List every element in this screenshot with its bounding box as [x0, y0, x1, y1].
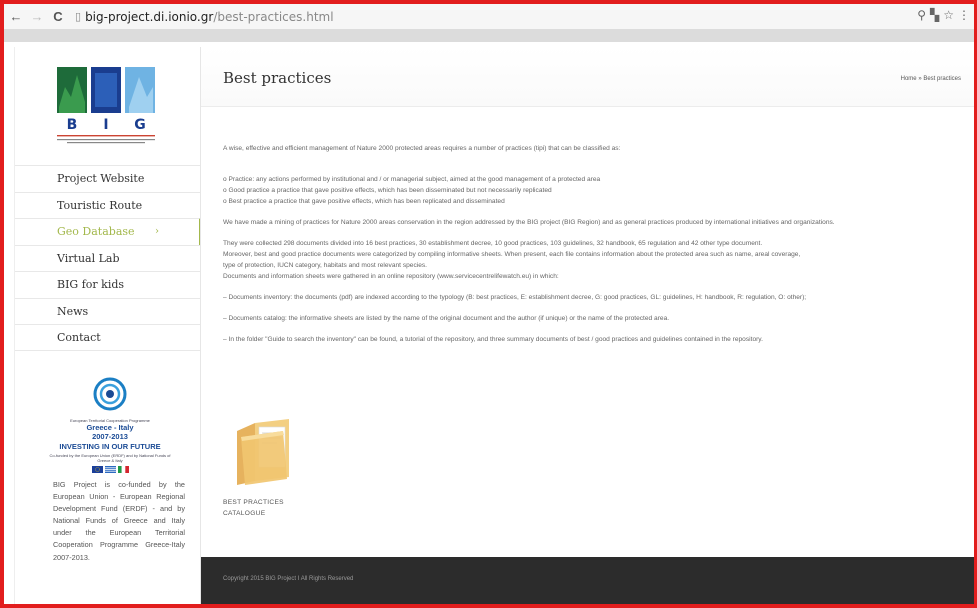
- italy-flag-icon: [117, 466, 129, 473]
- browser-toolbar: ← → C ▯ big-project.di.ionio.gr /best-pr…: [4, 4, 974, 30]
- menu-icon[interactable]: ⋮: [958, 8, 970, 22]
- menu-item-news[interactable]: News: [15, 297, 201, 325]
- star-icon[interactable]: ☆: [943, 8, 954, 22]
- sidebar: B I G Project Website Touristic Route Ge…: [14, 47, 201, 604]
- programme-years: 2007-2013: [92, 432, 128, 441]
- page-icon: ▯: [75, 10, 82, 23]
- menu-item-label: Touristic Route: [57, 198, 143, 212]
- browser-window: ← → C ▯ big-project.di.ionio.gr /best-pr…: [4, 4, 974, 604]
- bookmarks-bar: [4, 30, 974, 42]
- greece-flag-icon: [104, 466, 116, 473]
- programme-slogan: INVESTING IN OUR FUTURE: [59, 442, 161, 451]
- good-practice-definition: o Good practice a practice that gave pos…: [223, 187, 552, 194]
- menu-item-geo-database[interactable]: Geo Database ›: [15, 218, 201, 245]
- catalog-item: – Documents catalog: the informative she…: [223, 315, 670, 322]
- catalog-link-line1: BEST PRACTICES: [223, 499, 284, 506]
- menu-item-label: Virtual Lab: [57, 251, 120, 265]
- cofunding-text: BIG Project is co-funded by the European…: [53, 480, 185, 562]
- reload-button[interactable]: C: [49, 8, 67, 26]
- svg-text:I: I: [103, 117, 108, 133]
- guide-item: – In the folder "Guide to search the inv…: [223, 336, 763, 343]
- zoom-icon[interactable]: ⚲: [917, 8, 926, 22]
- title-bar: Best practices Home » Best practices: [201, 47, 974, 107]
- svg-text:G: G: [134, 117, 146, 133]
- flags: [45, 466, 175, 473]
- inventory-item: – Documents inventory: the documents (pd…: [223, 294, 807, 301]
- menu-item-label: BIG for kids: [57, 278, 125, 292]
- menu-item-touristic-route[interactable]: Touristic Route: [15, 191, 201, 219]
- breadcrumb[interactable]: Home » Best practices: [901, 76, 961, 82]
- menu-item-virtual-lab[interactable]: Virtual Lab: [15, 244, 201, 272]
- greece-italy-programme-logo[interactable]: European Territorial Cooperation Program…: [45, 377, 175, 473]
- best-practice-definition: o Best practice a practice that gave pos…: [223, 198, 505, 205]
- programme-swirl-icon: [93, 377, 127, 411]
- collection-paragraph-line3: type of protection, IUCN category, habit…: [223, 262, 428, 269]
- eu-flag-icon: [91, 466, 103, 473]
- menu-item-label: News: [57, 304, 89, 318]
- toolbar-icons: ⚲ ▚ ☆ ⋮: [917, 8, 970, 22]
- page-title: Best practices: [223, 69, 332, 87]
- article-body: A wise, effective and efficient manageme…: [223, 143, 951, 345]
- svg-text:B: B: [67, 117, 78, 133]
- main-menu: Project Website Touristic Route Geo Data…: [15, 165, 201, 351]
- menu-item-contact[interactable]: Contact: [15, 324, 201, 351]
- url-host: big-project.di.ionio.gr: [85, 9, 214, 24]
- menu-item-label: Geo Database: [57, 225, 135, 239]
- footer: Copyright 2015 BIG Project I All Rights …: [201, 557, 974, 604]
- programme-funding-note: Co-funded by the European Union (ERDF) a…: [49, 453, 171, 463]
- copyright-text: Copyright 2015 BIG Project I All Rights …: [223, 576, 354, 582]
- url-path: /best-practices.html: [213, 9, 334, 24]
- collection-paragraph-line2: Moreover, best and good practice documen…: [223, 251, 801, 258]
- main-content: Best practices Home » Best practices A w…: [200, 47, 974, 604]
- collection-paragraph-line1: They were collected 298 documents divide…: [223, 240, 763, 247]
- folder-icon[interactable]: [233, 417, 293, 487]
- catalog-link-line2: CATALOGUE: [223, 510, 266, 517]
- big-logo[interactable]: B I G: [57, 67, 157, 147]
- practice-definition: o Practice: any actions performed by ins…: [223, 176, 601, 183]
- menu-item-label: Contact: [57, 330, 101, 344]
- menu-item-big-for-kids[interactable]: BIG for kids: [15, 271, 201, 298]
- forward-button[interactable]: →: [28, 8, 46, 26]
- collection-paragraph-line4: Documents and information sheets were ga…: [223, 273, 559, 280]
- mining-paragraph: We have made a mining of practices for N…: [223, 219, 835, 226]
- translate-icon[interactable]: ▚: [930, 8, 939, 22]
- menu-item-label: Project Website: [57, 172, 145, 186]
- intro-paragraph: A wise, effective and efficient manageme…: [223, 145, 621, 152]
- best-practices-catalogue-link[interactable]: BEST PRACTICES CATALOGUE: [223, 497, 284, 519]
- menu-item-project-website[interactable]: Project Website: [15, 165, 201, 192]
- programme-name: Greece - Italy: [86, 423, 134, 432]
- back-button[interactable]: ←: [7, 8, 25, 26]
- chevron-right-icon: ›: [155, 226, 159, 238]
- address-bar[interactable]: ▯ big-project.di.ionio.gr /best-practice…: [75, 10, 334, 24]
